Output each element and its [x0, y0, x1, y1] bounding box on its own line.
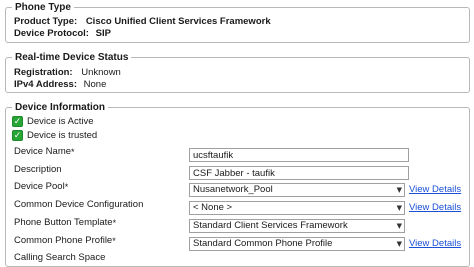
common-phone-profile-label: Common Phone Profile* [14, 235, 116, 246]
description-input[interactable] [189, 166, 409, 180]
required-marker: * [112, 236, 116, 246]
check-icon: ✓ [12, 116, 23, 127]
phone-button-template-value: Standard Client Services Framework [193, 220, 348, 231]
dropdown-arrow-icon: ▼ [396, 186, 402, 194]
device-protocol-label: Device Protocol: [14, 28, 89, 39]
status-active-text: Device is Active [27, 116, 94, 128]
device-name-input[interactable] [189, 148, 409, 162]
device-protocol-row: Device Protocol: SIP [14, 28, 111, 40]
ipv4-label: IPv4 Address: [14, 79, 78, 90]
device-pool-label: Device Pool* [14, 181, 69, 192]
ipv4-value: None [83, 79, 107, 90]
device-protocol-value: SIP [95, 28, 111, 39]
product-type-label: Product Type: [14, 16, 78, 27]
dropdown-arrow-icon: ▼ [396, 204, 402, 212]
phone-button-template-select[interactable]: Standard Client Services Framework ▼ [189, 219, 405, 233]
common-device-config-label: Common Device Configuration [14, 199, 144, 210]
calling-search-space-label: Calling Search Space [14, 252, 106, 263]
phone-type-title: Phone Type [12, 1, 74, 14]
common-device-config-view-details-link[interactable]: View Details [409, 202, 461, 214]
device-info-section: Device Information ✓ Device is Active ✓ De… [5, 101, 470, 267]
device-info-title: Device Information [12, 101, 109, 114]
common-device-config-select[interactable]: < None > ▼ [189, 201, 405, 215]
common-device-config-value: < None > [193, 202, 233, 213]
ipv4-row: IPv4 Address: None [14, 79, 106, 91]
required-marker: * [64, 182, 69, 192]
product-type-row: Product Type: Cisco Unified Client Servi… [14, 16, 271, 28]
status-trusted-row: ✓ Device is trusted [12, 130, 97, 142]
phone-type-section: Phone Type Product Type: Cisco Unified C… [5, 1, 470, 43]
device-name-label: Device Name* [14, 146, 75, 157]
status-active-row: ✓ Device is Active [12, 116, 94, 128]
registration-row: Registration: Unknown [14, 67, 121, 79]
phone-button-template-label: Phone Button Template* [14, 217, 117, 228]
common-phone-profile-value: Standard Common Phone Profile [193, 238, 333, 249]
device-pool-select[interactable]: Nusanetwork_Pool ▼ [189, 183, 405, 197]
dropdown-arrow-icon: ▼ [396, 222, 402, 230]
required-marker: * [71, 147, 75, 157]
common-phone-profile-select[interactable]: Standard Common Phone Profile ▼ [189, 237, 405, 251]
dropdown-arrow-icon: ▼ [396, 240, 402, 248]
description-label: Description [14, 164, 62, 175]
required-marker: * [112, 218, 117, 228]
registration-value: Unknown [81, 67, 121, 78]
status-trusted-text: Device is trusted [27, 130, 98, 142]
product-type-value: Cisco Unified Client Services Framework [85, 16, 271, 27]
registration-label: Registration: [14, 67, 73, 78]
device-pool-value: Nusanetwork_Pool [193, 184, 273, 195]
realtime-status-title: Real-time Device Status [12, 51, 132, 64]
check-icon: ✓ [12, 130, 23, 141]
common-phone-profile-view-details-link[interactable]: View Details [409, 238, 461, 250]
device-pool-view-details-link[interactable]: View Details [409, 184, 461, 196]
realtime-status-section: Real-time Device Status Registration: Un… [5, 51, 470, 93]
